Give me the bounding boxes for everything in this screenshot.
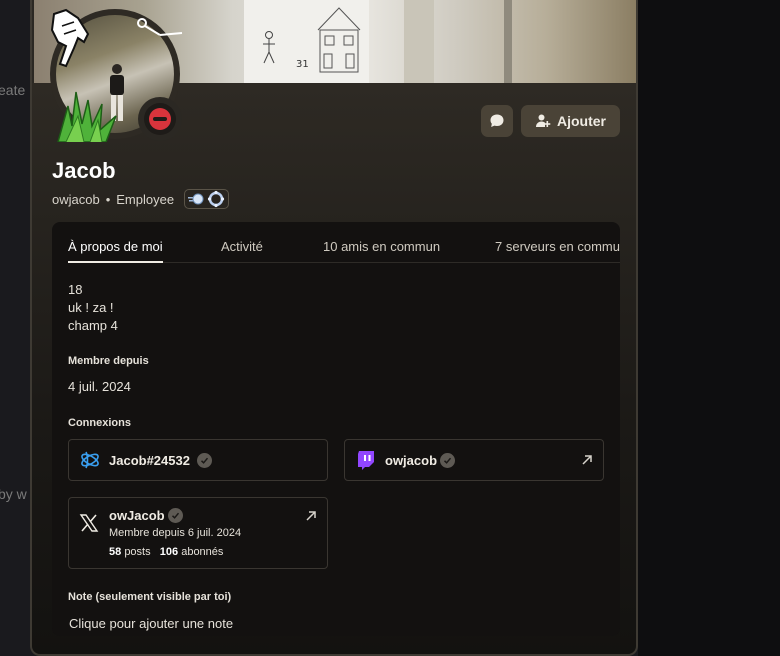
tab-mutual-servers[interactable]: 7 serveurs en commu xyxy=(495,239,620,254)
drawing-number: 31 xyxy=(296,59,309,70)
verified-icon xyxy=(168,508,183,523)
background-text-1: eate xyxy=(0,82,26,98)
verified-icon xyxy=(440,453,455,468)
member-since-date: 4 juil. 2024 xyxy=(68,379,131,394)
x-username: owJacob xyxy=(109,508,165,523)
x-followers-label: abonnés xyxy=(181,546,224,558)
house-drawing xyxy=(317,7,361,73)
bio-line: champ 4 xyxy=(68,318,118,333)
battlenet-username: Jacob#24532 xyxy=(109,453,190,468)
bio-line: uk ! za ! xyxy=(68,300,114,315)
twitch-icon xyxy=(358,451,374,470)
tab-activity[interactable]: Activité xyxy=(221,239,263,254)
twitch-username: owjacob xyxy=(385,453,438,468)
speed-badge-icon[interactable] xyxy=(188,192,204,206)
pointing-hand-icon xyxy=(50,8,90,68)
connection-battlenet[interactable]: Jacob#24532 xyxy=(68,439,328,481)
tab-about-me[interactable]: À propos de moi xyxy=(68,239,163,263)
do-not-disturb-icon xyxy=(149,108,171,130)
x-followers-count: 106 xyxy=(159,546,179,558)
x-posts-label: posts xyxy=(124,546,151,558)
bio-line: 18 xyxy=(68,282,83,297)
key-icon xyxy=(137,18,183,36)
grass-icon xyxy=(57,91,117,142)
badges xyxy=(184,189,230,209)
add-friend-icon xyxy=(536,114,551,127)
tab-mutual-friends[interactable]: 10 amis en commun xyxy=(323,239,440,254)
connection-twitch[interactable]: owjacob xyxy=(344,439,604,481)
connections-title: Connexions xyxy=(68,417,131,429)
x-stats: 58 posts 106 abonnés xyxy=(109,546,223,558)
message-bubble-icon xyxy=(490,114,504,127)
add-friend-label: Ajouter xyxy=(557,113,606,129)
note-input[interactable]: Clique pour ajouter une note xyxy=(69,616,233,631)
profile-tabs: À propos de moi Activité 10 amis en comm… xyxy=(68,239,620,263)
x-member-since: Membre depuis 6 juil. 2024 xyxy=(109,527,242,539)
quest-badge-icon[interactable] xyxy=(207,190,225,208)
display-name[interactable]: Jacob xyxy=(52,158,116,184)
status-indicator xyxy=(138,97,182,141)
x-posts-count: 58 xyxy=(109,546,122,558)
right-background xyxy=(638,0,780,656)
verified-icon xyxy=(197,453,212,468)
door-frame xyxy=(504,0,512,83)
profile-card: 31 Ajouter Jacob owjacob • Employee À pr… xyxy=(30,0,638,656)
message-button[interactable] xyxy=(481,105,513,137)
bio: 18 uk ! za ! champ 4 xyxy=(68,281,118,335)
role: Employee xyxy=(116,191,175,207)
member-since-title: Membre depuis xyxy=(68,355,149,367)
separator: • xyxy=(105,191,111,207)
user-subline: owjacob • Employee xyxy=(52,189,230,209)
door-panel xyxy=(404,0,434,83)
external-link-icon[interactable] xyxy=(581,454,593,466)
profile-details-panel: À propos de moi Activité 10 amis en comm… xyxy=(52,222,620,636)
note-title: Note (seulement visible par toi) xyxy=(68,591,232,603)
battlenet-icon xyxy=(81,451,99,469)
connection-x[interactable]: owJacob Membre depuis 6 juil. 2024 58 po… xyxy=(68,497,328,569)
x-icon xyxy=(79,514,99,532)
stick-figure-drawing xyxy=(263,31,275,64)
add-friend-button[interactable]: Ajouter xyxy=(521,105,620,137)
external-link-icon[interactable] xyxy=(305,510,317,522)
username[interactable]: owjacob xyxy=(52,192,100,207)
background-text-2: by w xyxy=(0,486,27,502)
